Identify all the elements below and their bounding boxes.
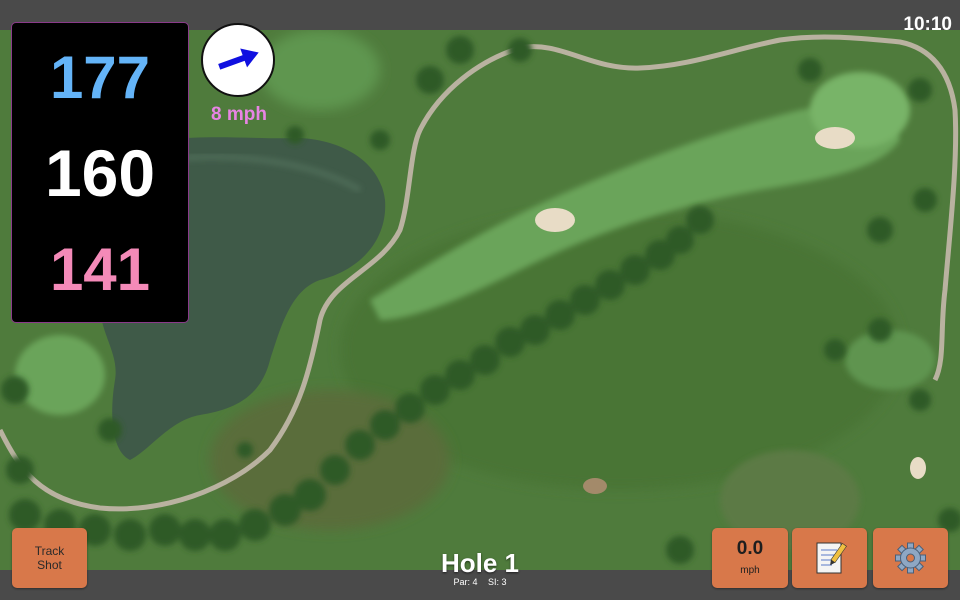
wind-speed-label: 8 mph: [211, 104, 267, 125]
wind-indicator: [201, 23, 275, 97]
yardage-back: 177: [49, 44, 151, 111]
speed-button[interactable]: 0.0 mph: [712, 528, 788, 588]
yardage-panel: 177 160 141: [11, 22, 189, 323]
hole-title: Hole 1: [440, 548, 520, 578]
yardage-middle: 160: [44, 136, 156, 210]
speed-unit: mph: [740, 565, 760, 576]
track-shot-label-line1: Track: [34, 544, 65, 558]
gear-icon: [895, 542, 926, 574]
settings-button[interactable]: [873, 528, 948, 588]
track-shot-button[interactable]: Track Shot: [12, 528, 87, 588]
wind-arrow-icon: [218, 48, 259, 70]
speed-value: 0.0: [736, 538, 764, 559]
notepad-icon: [816, 542, 847, 574]
yardage-front: 141: [49, 236, 151, 303]
hole-par: Par: 4: [453, 577, 478, 587]
hole-info: Par: 4 SI: 3: [400, 577, 560, 587]
notes-button[interactable]: [792, 528, 867, 588]
hole-stroke-index: SI: 3: [488, 577, 507, 587]
track-shot-label-line2: Shot: [37, 558, 62, 572]
